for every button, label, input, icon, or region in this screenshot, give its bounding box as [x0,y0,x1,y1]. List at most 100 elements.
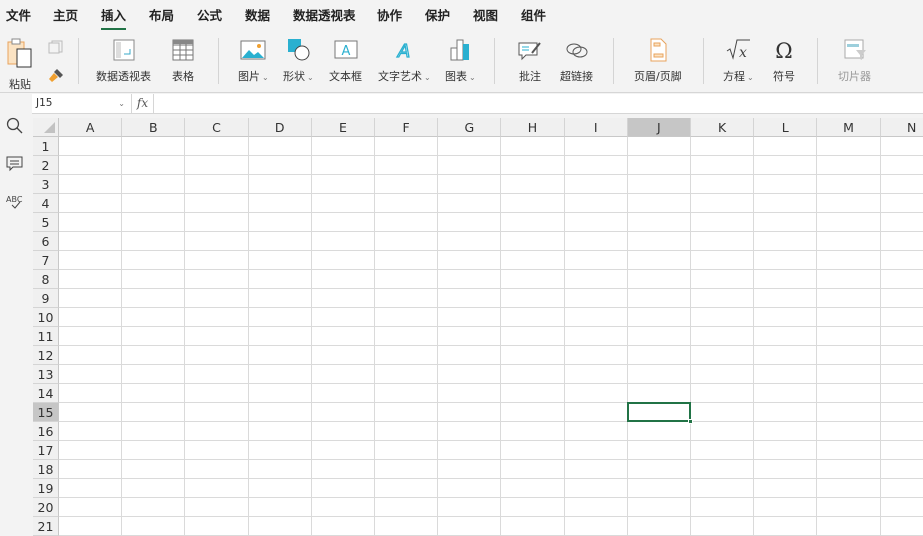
cell-I10[interactable] [564,308,628,327]
cell-A21[interactable] [59,517,123,536]
comment-icon[interactable] [5,154,25,174]
cell-C14[interactable] [185,384,249,403]
cell-N8[interactable] [880,270,923,289]
pivot-table-button[interactable]: 数据透视表 [96,38,151,84]
cell-G11[interactable] [438,327,502,346]
cell-M4[interactable] [817,194,881,213]
cell-H4[interactable] [501,194,565,213]
cell-C21[interactable] [185,517,249,536]
cell-B13[interactable] [122,365,186,384]
column-header-M[interactable]: M [817,118,881,137]
row-header-16[interactable]: 16 [33,422,59,441]
cell-K1[interactable] [691,137,755,156]
cell-J10[interactable] [627,308,691,327]
menu-tab-0[interactable]: 文件 [6,5,31,24]
cell-D7[interactable] [248,251,312,270]
cell-I11[interactable] [564,327,628,346]
menu-tab-5[interactable]: 数据 [245,5,270,24]
cell-D5[interactable] [248,213,312,232]
formula-input[interactable] [155,94,923,114]
cell-N3[interactable] [880,175,923,194]
cell-C16[interactable] [185,422,249,441]
cell-F2[interactable] [375,156,439,175]
wordart-button[interactable]: A 文字艺术 ⌄ [378,38,431,84]
cell-E14[interactable] [311,384,375,403]
cell-C2[interactable] [185,156,249,175]
cell-C17[interactable] [185,441,249,460]
cell-G12[interactable] [438,346,502,365]
cell-H10[interactable] [501,308,565,327]
cell-B12[interactable] [122,346,186,365]
row-header-8[interactable]: 8 [33,270,59,289]
cell-B14[interactable] [122,384,186,403]
cell-A17[interactable] [59,441,123,460]
cell-D15[interactable] [248,403,312,422]
cell-M16[interactable] [817,422,881,441]
column-header-G[interactable]: G [438,118,502,137]
cell-J18[interactable] [627,460,691,479]
table-button[interactable]: 表格 [171,38,195,84]
cell-G6[interactable] [438,232,502,251]
cell-B16[interactable] [122,422,186,441]
cell-J5[interactable] [627,213,691,232]
cell-A2[interactable] [59,156,123,175]
cell-A8[interactable] [59,270,123,289]
cell-F17[interactable] [375,441,439,460]
cell-M17[interactable] [817,441,881,460]
cell-I14[interactable] [564,384,628,403]
cell-N5[interactable] [880,213,923,232]
cell-N15[interactable] [880,403,923,422]
cell-L11[interactable] [754,327,818,346]
cell-I7[interactable] [564,251,628,270]
cell-F19[interactable] [375,479,439,498]
row-header-11[interactable]: 11 [33,327,59,346]
cell-B3[interactable] [122,175,186,194]
textbox-button[interactable]: A 文本框 [329,38,362,84]
cell-D2[interactable] [248,156,312,175]
row-header-20[interactable]: 20 [33,498,59,517]
cell-L12[interactable] [754,346,818,365]
cell-N9[interactable] [880,289,923,308]
cell-J7[interactable] [627,251,691,270]
cell-A5[interactable] [59,213,123,232]
cell-C7[interactable] [185,251,249,270]
cell-D19[interactable] [248,479,312,498]
cell-L4[interactable] [754,194,818,213]
cell-I4[interactable] [564,194,628,213]
cell-E15[interactable] [311,403,375,422]
cell-M5[interactable] [817,213,881,232]
cell-L2[interactable] [754,156,818,175]
cell-K10[interactable] [691,308,755,327]
cell-C12[interactable] [185,346,249,365]
cell-E1[interactable] [311,137,375,156]
cell-J13[interactable] [627,365,691,384]
cell-M13[interactable] [817,365,881,384]
spellcheck-icon[interactable]: ABC [5,192,25,212]
cell-I9[interactable] [564,289,628,308]
cell-N7[interactable] [880,251,923,270]
cell-J20[interactable] [627,498,691,517]
cell-C10[interactable] [185,308,249,327]
row-header-10[interactable]: 10 [33,308,59,327]
cell-N1[interactable] [880,137,923,156]
row-header-3[interactable]: 3 [33,175,59,194]
cell-H9[interactable] [501,289,565,308]
column-header-B[interactable]: B [122,118,186,137]
menu-tab-2[interactable]: 插入 [101,5,127,30]
cell-F14[interactable] [375,384,439,403]
select-all-corner[interactable] [33,118,59,137]
fx-button[interactable]: fx [132,94,154,114]
cell-B9[interactable] [122,289,186,308]
cell-A20[interactable] [59,498,123,517]
cell-L16[interactable] [754,422,818,441]
cell-G2[interactable] [438,156,502,175]
cell-M3[interactable] [817,175,881,194]
picture-button[interactable]: 图片 ⌄ [238,38,269,84]
cell-B19[interactable] [122,479,186,498]
cell-N11[interactable] [880,327,923,346]
cell-A14[interactable] [59,384,123,403]
cell-J4[interactable] [627,194,691,213]
cell-M6[interactable] [817,232,881,251]
cell-D10[interactable] [248,308,312,327]
cell-C9[interactable] [185,289,249,308]
